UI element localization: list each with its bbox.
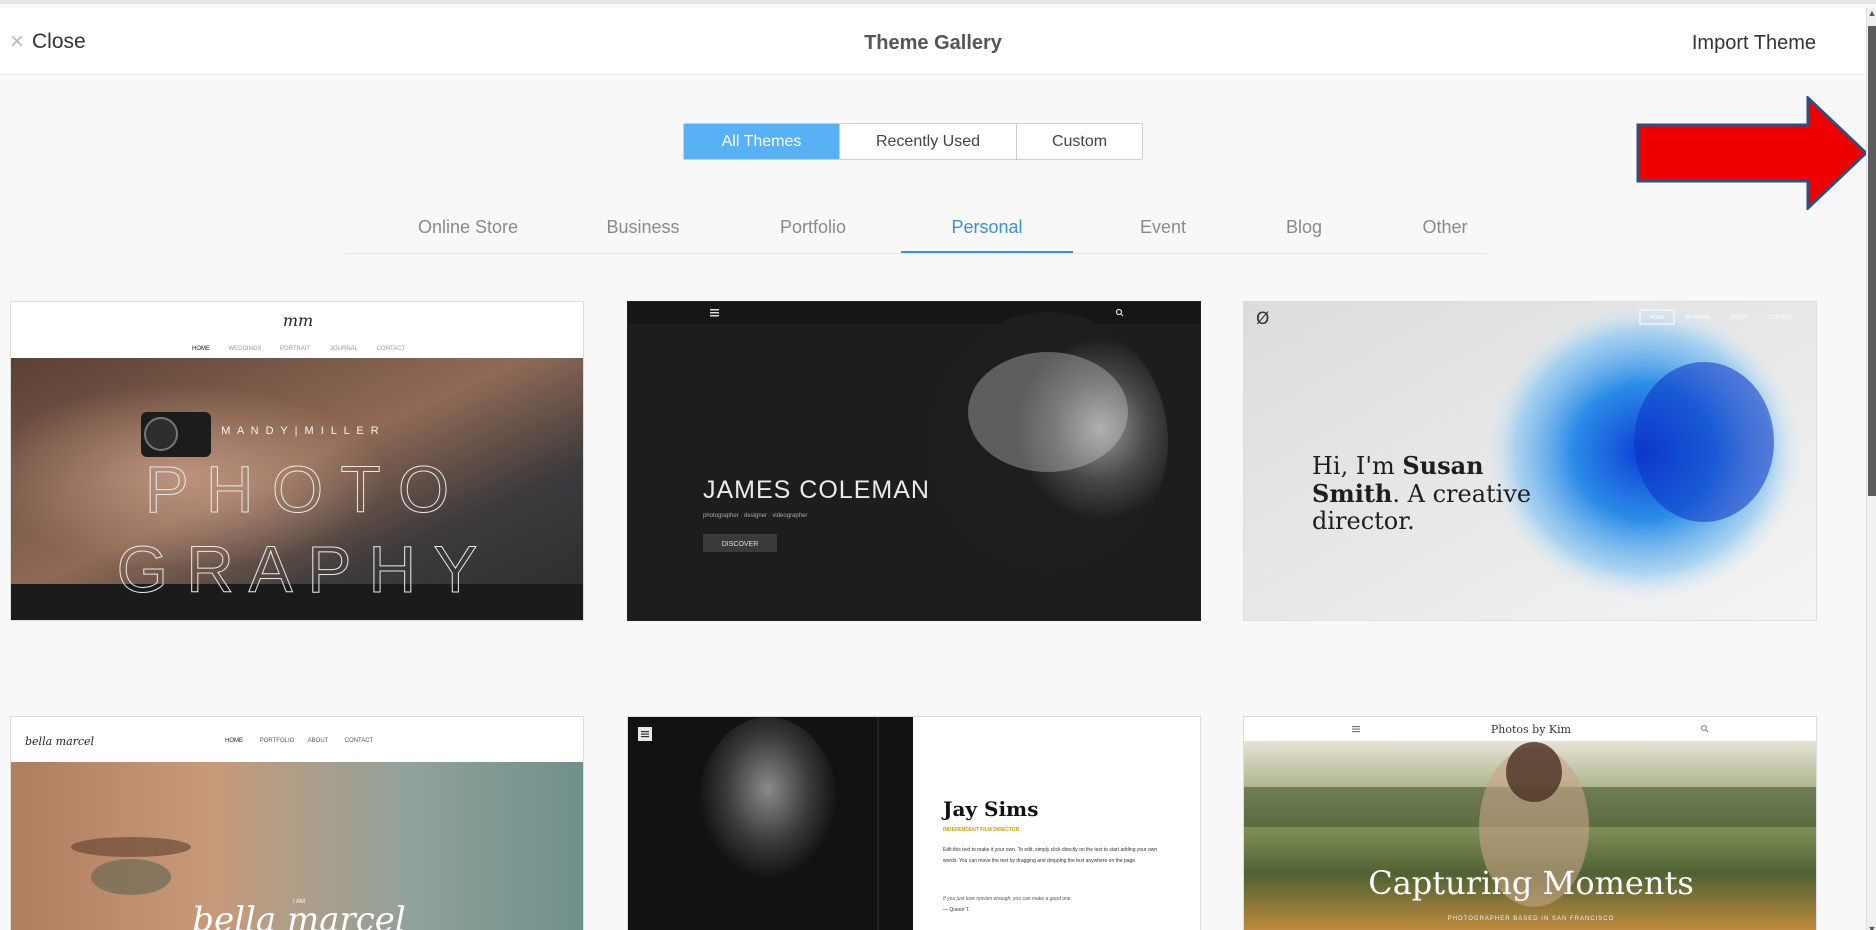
category-blog[interactable]: Blog: [1244, 217, 1364, 253]
theme-tagline: M A N D Y | M I L L E R: [221, 425, 381, 437]
theme-nav-item: MY WORK: [1686, 315, 1711, 321]
hamburger-icon: [1352, 726, 1360, 733]
category-portfolio[interactable]: Portfolio: [753, 217, 873, 253]
theme-nav-item: CONTACT: [345, 738, 374, 744]
theme-preview-jay-sims: Jay Sims INDEPENDENT FILM DIRECTOR Edit …: [628, 717, 1200, 930]
theme-script-title: bella marcel: [192, 900, 406, 930]
theme-nav-item: HOME: [225, 738, 243, 744]
theme-site-title: Photos by Kim: [1491, 723, 1572, 736]
theme-nav-item: CONTACT: [377, 346, 406, 352]
theme-card-bella-marcel[interactable]: bella marcel HOME PORTFOLIO ABOUT CONTAC…: [10, 716, 584, 930]
category-online-store[interactable]: Online Store: [393, 217, 543, 253]
theme-body-text: Edit this text to make it your own. To e…: [943, 847, 1158, 864]
theme-nav-item: ABOUT: [1730, 315, 1747, 321]
svg-text:Hi, I'm Susan: Hi, I'm Susan: [1312, 451, 1484, 480]
theme-gallery-window: × Close Theme Gallery Import Theme All T…: [0, 0, 1876, 930]
theme-card-mandy-miller[interactable]: mm HOME WEDDINGS PORTRAIT JOURNAL CONTAC…: [10, 301, 584, 621]
theme-heading-text: director.: [1312, 507, 1415, 535]
theme-preview-bella-marcel: bella marcel HOME PORTFOLIO ABOUT CONTAC…: [11, 717, 583, 930]
chevron-up-icon[interactable]: ▲: [1867, 8, 1876, 18]
category-business[interactable]: Business: [583, 217, 703, 253]
theme-card-susan-smith[interactable]: Ø HOME MY WORK ABOUT CONTACT Hi, I'm Sus…: [1243, 301, 1817, 621]
theme-nav-item: ABOUT: [308, 738, 329, 744]
scrollbar-thumb[interactable]: [1868, 26, 1876, 496]
theme-card-james-coleman[interactable]: JAMES COLEMAN photographer · designer · …: [627, 301, 1201, 621]
theme-source-tabs: All Themes Recently Used Custom: [683, 123, 1143, 160]
theme-card-photos-by-kim[interactable]: Photos by Kim Capturing Moments PHOTOGRA…: [1243, 716, 1817, 930]
hamburger-icon: [638, 727, 652, 741]
theme-nav-item: HOME: [1650, 315, 1666, 321]
theme-logo: Ø: [1256, 309, 1269, 329]
category-tabs: Online Store Business Portfolio Personal…: [345, 212, 1487, 254]
theme-quote: If you just love movies enough, you can …: [943, 896, 1072, 902]
theme-name: Jay Sims: [941, 797, 1038, 821]
theme-preview-james-coleman: JAMES COLEMAN photographer · designer · …: [628, 302, 1200, 620]
tab-recently-used[interactable]: Recently Used: [839, 124, 1016, 159]
page-title: Theme Gallery: [864, 32, 1002, 54]
svg-text:Smith. A creative: Smith. A creative: [1312, 479, 1531, 508]
theme-heading: P H O T O: [145, 452, 449, 526]
theme-preview-mandy-miller: mm HOME WEDDINGS PORTRAIT JOURNAL CONTAC…: [11, 302, 583, 620]
theme-heading: Capturing Moments: [1368, 864, 1694, 902]
theme-quote-author: — Queen T.: [943, 907, 970, 913]
theme-nav-item: JOURNAL: [330, 346, 359, 352]
theme-nav-item: PORTRAIT: [280, 346, 311, 352]
theme-heading: G R A P H Y: [117, 532, 478, 606]
theme-subtitle: photographer · designer · videographer: [703, 513, 807, 519]
theme-subheading: PHOTOGRAPHER BASED IN SAN FRANCISCO: [1448, 916, 1615, 922]
eyebrow-shape: [71, 837, 191, 857]
import-theme-button[interactable]: Import Theme: [1692, 32, 1816, 55]
theme-heading-bold: Susan: [1402, 451, 1483, 480]
theme-preview-photos-by-kim: Photos by Kim Capturing Moments PHOTOGRA…: [1244, 717, 1816, 930]
theme-discover-button: DISCOVER: [722, 541, 759, 548]
header-bar: × Close Theme Gallery Import Theme: [0, 8, 1866, 75]
hamburger-icon: [710, 309, 719, 317]
theme-logo: mm: [283, 311, 313, 330]
theme-name: JAMES COLEMAN: [703, 476, 930, 504]
theme-nav-item: HOME: [192, 346, 210, 352]
tab-all-themes[interactable]: All Themes: [684, 124, 839, 159]
theme-heading-text: Hi, I'm: [1312, 452, 1402, 480]
theme-heading-text: . A creative: [1392, 480, 1531, 508]
category-event[interactable]: Event: [1103, 217, 1223, 253]
tab-custom[interactable]: Custom: [1016, 124, 1142, 159]
theme-logo: bella marcel: [25, 735, 95, 748]
scrollbar[interactable]: ▲ ▼: [1866, 8, 1876, 930]
category-personal[interactable]: Personal: [901, 217, 1073, 253]
theme-card-jay-sims[interactable]: Jay Sims INDEPENDENT FILM DIRECTOR Edit …: [627, 716, 1201, 930]
theme-nav-item: WEDDINGS: [229, 346, 262, 352]
category-other[interactable]: Other: [1385, 217, 1505, 253]
portrait-shape: [698, 717, 838, 897]
theme-heading-bold: Smith: [1312, 479, 1392, 508]
theme-nav-item: PORTFOLIO: [260, 738, 295, 744]
arrow-right-icon: [1636, 96, 1868, 210]
theme-preview-susan-smith: Ø HOME MY WORK ABOUT CONTACT Hi, I'm Sus…: [1244, 302, 1816, 620]
theme-role: INDEPENDENT FILM DIRECTOR: [943, 827, 1020, 833]
theme-nav-item: CONTACT: [1768, 315, 1792, 321]
